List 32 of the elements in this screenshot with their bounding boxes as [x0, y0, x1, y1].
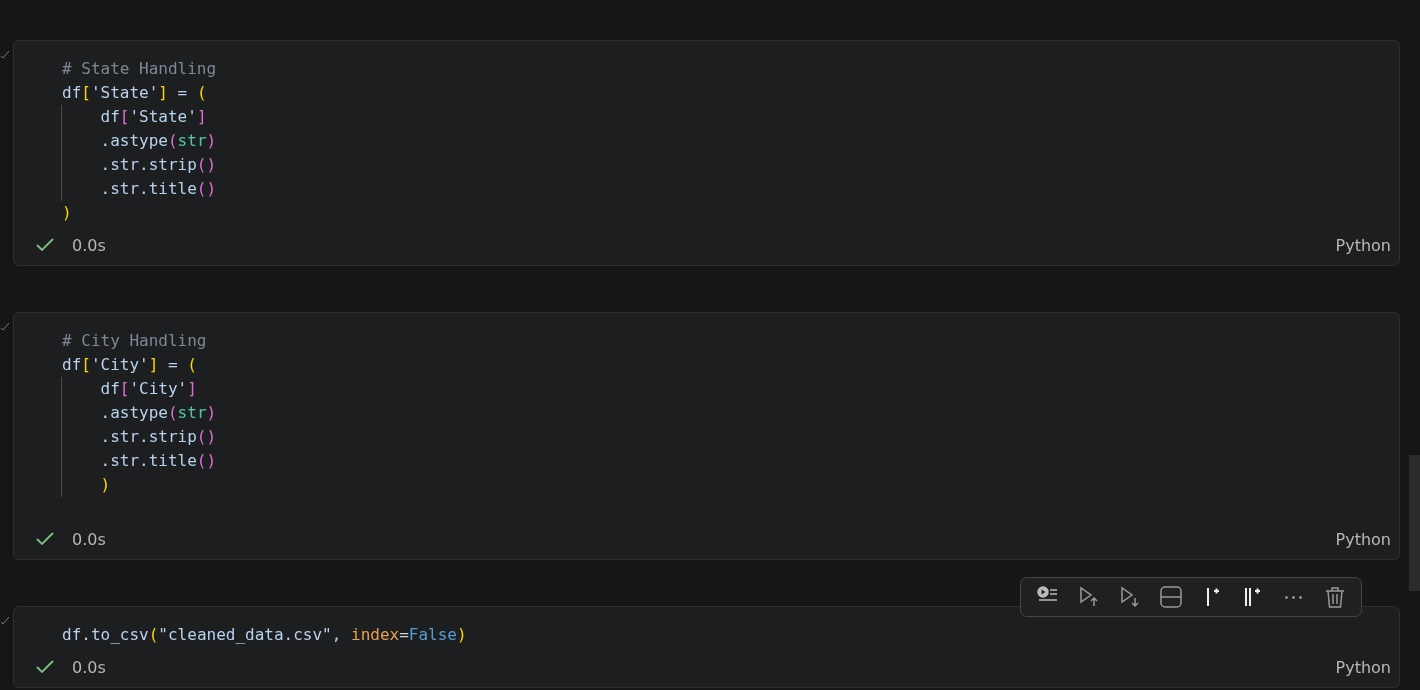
code-line: df['City'] = (	[61, 354, 197, 376]
execution-time: 0.0s	[72, 529, 106, 549]
code-line: df['State']	[61, 105, 207, 129]
language-label[interactable]: Python	[1335, 529, 1391, 549]
code-line: .str.strip()	[61, 425, 217, 449]
gutter-check-icon	[1, 50, 11, 60]
code-line: )	[61, 202, 72, 224]
code-line: .str.title()	[61, 449, 217, 473]
gutter-check-icon	[1, 616, 11, 626]
code-line: df.to_csv("cleaned_data.csv", index=False)	[61, 624, 467, 646]
language-label[interactable]: Python	[1335, 657, 1391, 677]
code-line: .str.strip()	[61, 153, 217, 177]
code-line: .astype(str)	[61, 129, 217, 153]
code-line: .str.title()	[61, 177, 217, 201]
language-label[interactable]: Python	[1335, 235, 1391, 255]
notebook-cell[interactable]: # State Handling df['State'] = ( df['State'] .astype(str) .str.strip() .str.title() ) 0.0s Python	[13, 40, 1400, 266]
check-icon	[36, 660, 54, 674]
more-icon	[1285, 595, 1302, 599]
notebook-cell[interactable]: df.to_csv("cleaned_data.csv", index=False) 0.0s Python	[13, 606, 1400, 688]
code-line: # City Handling	[61, 330, 207, 352]
execution-time: 0.0s	[72, 235, 106, 255]
check-icon	[36, 238, 54, 252]
code-line: )	[61, 473, 111, 497]
gutter-check-icon	[1, 322, 11, 332]
split-cell-icon	[1158, 585, 1183, 609]
code-line: df['City']	[61, 377, 197, 401]
code-line: df['State'] = (	[61, 82, 207, 104]
check-icon	[36, 532, 54, 546]
notebook-cell[interactable]: # City Handling df['City'] = ( df['City'] .astype(str) .str.strip() .str.title() ) 0.0s Python	[13, 312, 1400, 560]
execution-time: 0.0s	[72, 657, 106, 677]
code-line: .astype(str)	[61, 401, 217, 425]
code-line: # State Handling	[61, 58, 217, 80]
